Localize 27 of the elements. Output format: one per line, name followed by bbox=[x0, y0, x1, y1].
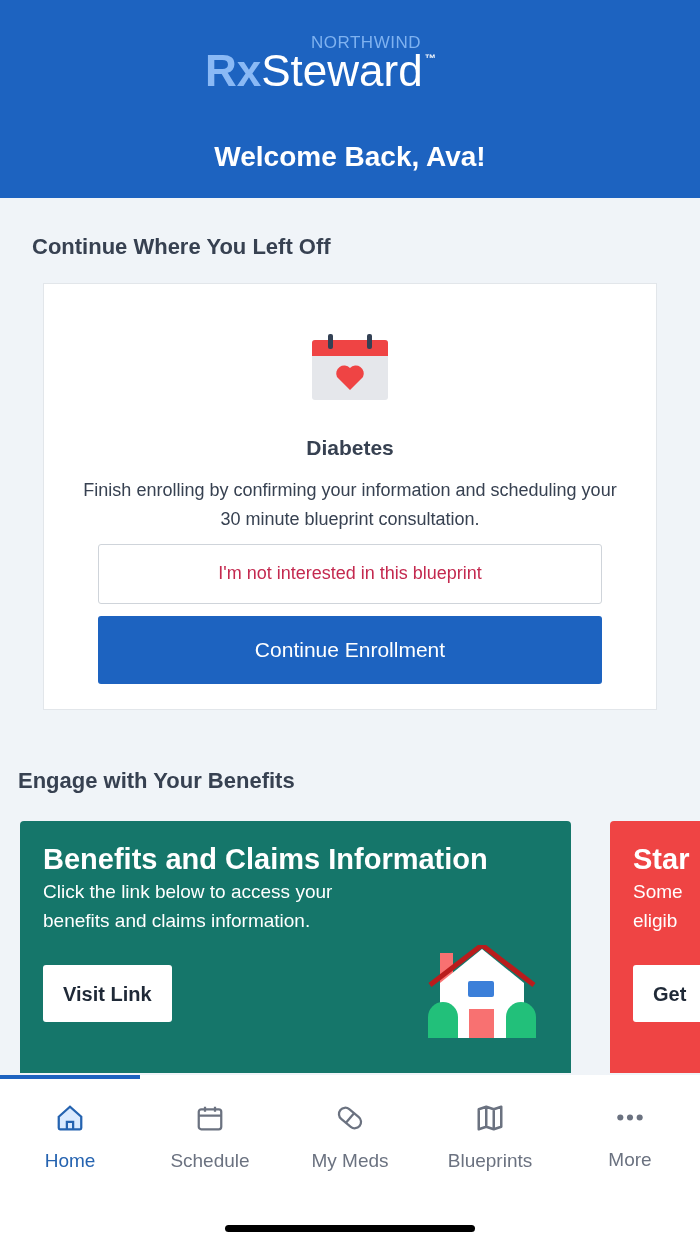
logo-prefix: Rx bbox=[205, 48, 262, 94]
map-icon bbox=[475, 1103, 505, 1133]
visit-link-button[interactable]: Visit Link bbox=[43, 965, 172, 1022]
benefit-title: Star bbox=[633, 842, 691, 877]
tab[interactable]: Blueprints bbox=[420, 1103, 560, 1244]
benefit-description: Some eligib bbox=[633, 880, 684, 933]
tab[interactable]: Schedule bbox=[140, 1103, 280, 1244]
trademark: ™ bbox=[424, 51, 436, 66]
section-title: Engage with Your Benefits bbox=[18, 767, 296, 795]
welcome-title: Welcome Back, Ava! bbox=[214, 140, 486, 174]
benefit-card[interactable]: Star Some eligib Get bbox=[610, 821, 700, 1073]
visit-link-button[interactable]: Get bbox=[633, 965, 700, 1022]
benefit-card[interactable]: Benefits and Claims Information Click the link below to access your benefits and claims information. Visit Link bbox=[20, 821, 571, 1073]
more-icon bbox=[617, 1114, 643, 1121]
benefit-description: Click the link below to access your benefits and claims information. bbox=[43, 880, 334, 933]
section-title: Continue Where You Left Off bbox=[32, 233, 332, 261]
tab[interactable]: Home bbox=[0, 1103, 140, 1244]
decline-button[interactable]: I'm not interested in this blueprint bbox=[98, 543, 602, 604]
calendar-heart-icon bbox=[311, 334, 389, 400]
house-icon bbox=[428, 945, 536, 1039]
card-title: Diabetes bbox=[306, 435, 394, 461]
tab[interactable]: More bbox=[560, 1103, 700, 1244]
home-icon bbox=[55, 1103, 85, 1133]
tab[interactable]: My Meds bbox=[280, 1103, 420, 1244]
continue-button[interactable]: Continue Enrollment bbox=[98, 615, 602, 684]
benefit-title: Benefits and Claims Information bbox=[43, 842, 489, 877]
card-description: Finish enrolling by confirming your information and scheduling your 30 minute blueprint consultation. bbox=[82, 478, 618, 531]
